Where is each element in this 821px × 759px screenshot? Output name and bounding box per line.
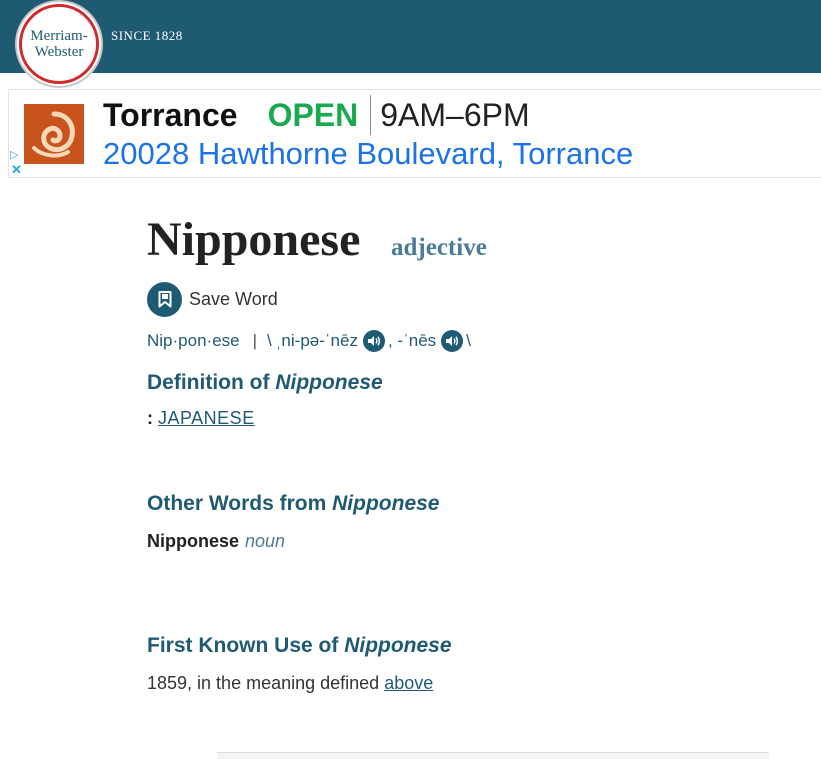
ad-banner[interactable]: ▷ ✕ Torrance OPEN 9AM–6PM 20028 Hawthorn… <box>8 89 821 178</box>
audio-speaker-icon[interactable] <box>441 330 464 352</box>
syllabification: Nip·pon·ese <box>147 331 240 350</box>
logo-line1: Merriam- <box>30 28 88 44</box>
bookmark-icon <box>147 282 182 317</box>
japanese-link[interactable]: JAPANESE <box>158 408 255 428</box>
definition-heading: Definition of Nipponese <box>147 371 383 395</box>
above-link[interactable]: above <box>384 673 433 693</box>
pronunciation-open: \ <box>267 331 272 350</box>
pronunciation-2: , -ˈnēs <box>387 331 437 350</box>
first-known-use-heading-prefix: First Known Use of <box>147 634 339 657</box>
merriam-webster-logo[interactable]: Merriam- Webster <box>15 0 103 88</box>
definition-heading-word: Nipponese <box>275 371 383 394</box>
definition-heading-prefix: Definition of <box>147 371 270 394</box>
part-of-speech[interactable]: adjective <box>391 234 487 262</box>
pronunciation-1: ˌni-pə-ˈnēz <box>275 331 358 350</box>
other-word-entry: Nipponese noun <box>147 531 285 552</box>
definition-colon: : <box>147 408 153 428</box>
first-known-use-heading-word: Nipponese <box>344 634 452 657</box>
audio-speaker-icon[interactable] <box>362 330 385 352</box>
pronunciation-close: \ <box>466 331 471 350</box>
other-words-heading-word: Nipponese <box>332 492 440 515</box>
first-known-use-date: 1859, in the meaning defined <box>147 673 380 693</box>
other-words-heading: Other Words from Nipponese <box>147 492 440 516</box>
save-word-label: Save Word <box>189 289 278 309</box>
ad-address-link[interactable]: 20028 Hawthorne Boulevard, Torrance <box>103 136 633 172</box>
ad-open-status: OPEN <box>267 96 359 133</box>
since-tagline: SINCE 1828 <box>111 28 183 43</box>
ad-headline[interactable]: Torrance OPEN 9AM–6PM <box>103 94 530 136</box>
ad-business-name: Torrance <box>103 96 238 133</box>
logo-seal: Merriam- Webster <box>19 4 99 84</box>
other-word: Nipponese <box>147 531 240 551</box>
ad-logo-image[interactable] <box>24 104 84 164</box>
ad-divider <box>370 95 372 135</box>
pronunciation-row: Nip·pon·ese | \ ˌni-pə-ˈnēz , -ˈnēs \ <box>147 330 471 352</box>
definition-text: : JAPANESE <box>147 408 255 429</box>
first-known-use-heading: First Known Use of Nipponese <box>147 634 452 658</box>
other-word-pos: noun <box>245 531 286 551</box>
save-word-button[interactable]: Save Word <box>147 282 278 317</box>
ad-hours: 9AM–6PM <box>380 96 530 133</box>
other-words-heading-prefix: Other Words from <box>147 492 327 515</box>
pronunciation-separator: | <box>252 331 258 350</box>
close-icon[interactable]: ✕ <box>11 162 22 178</box>
logo-line2: Webster <box>34 44 84 60</box>
play-triangle-icon[interactable]: ▷ <box>10 148 18 161</box>
headword: Nipponese <box>147 213 361 266</box>
first-known-use-text: 1859, in the meaning defined above <box>147 673 433 694</box>
